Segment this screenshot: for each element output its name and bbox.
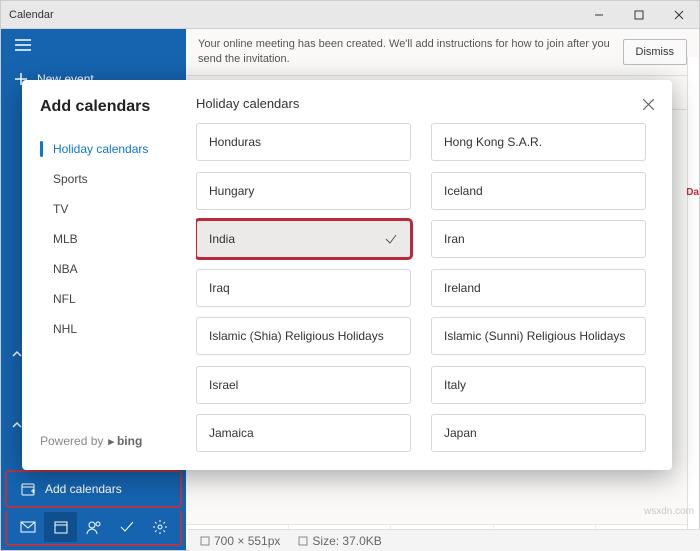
country-tile[interactable]: Honduras	[196, 123, 411, 161]
todo-icon[interactable]	[110, 512, 143, 542]
country-tile[interactable]: Italy	[431, 366, 646, 404]
notification-banner: Your online meeting has been created. We…	[186, 29, 699, 76]
truncated-text: Da	[686, 187, 699, 198]
add-calendars-label: Add calendars	[45, 482, 122, 496]
dismiss-button[interactable]: Dismiss	[623, 39, 688, 65]
category-holiday-calendars[interactable]: Holiday calendars	[22, 134, 186, 164]
country-grid[interactable]: Honduras Hong Kong S.A.R. Hungary Iceland In…	[196, 123, 652, 453]
dialog-title: Add calendars	[22, 98, 186, 134]
close-icon[interactable]	[638, 94, 658, 114]
window-close-button[interactable]	[659, 1, 699, 29]
add-calendars-button[interactable]: Add calendars	[5, 470, 182, 508]
country-tile[interactable]: Iraq	[196, 269, 411, 307]
category-sports[interactable]: Sports	[22, 164, 186, 194]
country-tile[interactable]: Hungary	[196, 172, 411, 210]
category-nhl[interactable]: NHL	[22, 314, 186, 344]
powered-by-label: Powered by ▸ bing	[22, 422, 186, 460]
category-nfl[interactable]: NFL	[22, 284, 186, 314]
footer-dims: 700 × 551px	[214, 534, 280, 548]
country-tile[interactable]: Japan	[431, 414, 646, 452]
window-title: Calendar	[9, 9, 54, 21]
country-tile[interactable]: India	[196, 220, 411, 258]
window-minimize-button[interactable]	[579, 1, 619, 29]
country-tile[interactable]: Israel	[196, 366, 411, 404]
country-tile[interactable]: Iran	[431, 220, 646, 258]
add-calendars-dialog: Add calendars Holiday calendarsSportsTVM…	[22, 80, 672, 470]
hamburger-icon[interactable]	[1, 29, 186, 64]
category-nba[interactable]: NBA	[22, 254, 186, 284]
people-icon[interactable]	[77, 512, 110, 542]
app-switcher-bar	[5, 510, 182, 546]
country-tile[interactable]: Islamic (Shia) Religious Holidays	[196, 317, 411, 355]
country-tile[interactable]: Jamaica	[196, 414, 411, 452]
section-heading: Holiday calendars	[196, 96, 652, 111]
country-tile[interactable]: Iceland	[431, 172, 646, 210]
mail-icon[interactable]	[11, 512, 44, 542]
country-tile[interactable]: Islamic (Sunni) Religious Holidays	[431, 317, 646, 355]
dialog-main: Holiday calendars Honduras Hong Kong S.A.…	[186, 80, 672, 470]
category-mlb[interactable]: MLB	[22, 224, 186, 254]
window-maximize-button[interactable]	[619, 1, 659, 29]
titlebar: Calendar	[1, 1, 699, 29]
watermark: wsxdn.com	[644, 506, 694, 517]
bing-logo: ▸ bing	[108, 434, 142, 448]
status-bar: 700 × 551px Size: 37.0KB	[188, 529, 700, 551]
country-tile[interactable]: Ireland	[431, 269, 646, 307]
category-tv[interactable]: TV	[22, 194, 186, 224]
right-gutter: Da	[687, 57, 699, 550]
notification-text: Your online meeting has been created. We…	[198, 37, 611, 67]
dialog-sidebar: Add calendars Holiday calendarsSportsTVM…	[22, 80, 186, 470]
country-tile[interactable]: Hong Kong S.A.R.	[431, 123, 646, 161]
calendar-icon[interactable]	[44, 512, 77, 542]
gear-icon[interactable]	[143, 512, 176, 542]
footer-size: Size: 37.0KB	[312, 534, 381, 548]
